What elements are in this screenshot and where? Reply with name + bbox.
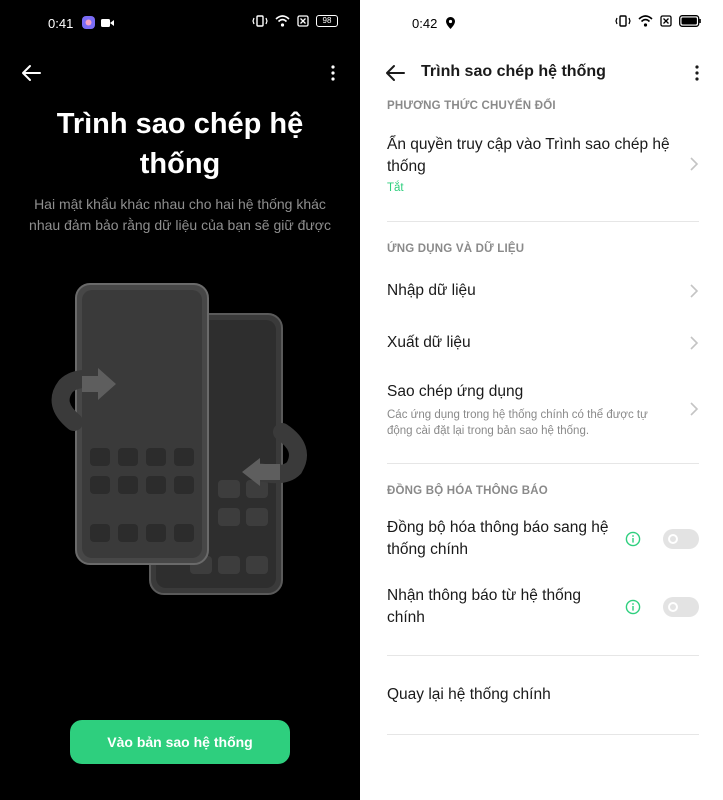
status-time: 0:42 [412,16,438,31]
hide-access-state: Tắt [387,182,404,194]
more-options-icon[interactable] [690,64,704,82]
battery-icon: 98 [316,15,338,27]
section-header-switch-method: PHƯƠNG THỨC CHUYỂN ĐỔI [387,100,556,112]
clone-apps-description: Các ứng dụng trong hệ thống chính có thể… [387,409,648,437]
intro-description: Hai mật khẩu khác nhau cho hai hệ thống … [29,196,331,233]
divider [387,463,699,464]
info-icon[interactable] [625,599,641,615]
enter-clone-button[interactable]: Vào bản sao hệ thống [70,720,290,764]
video-camera-icon [101,18,114,27]
page-title: Trình sao chép hệ thống [421,63,606,80]
more-options-icon[interactable] [326,64,340,82]
clone-apps-label: Sao chép ứng dụng [387,383,524,400]
back-arrow-icon[interactable] [20,62,42,84]
hide-access-label: Ẩn quyền truy cập vào Trình sao chép hệ … [387,136,670,175]
wifi-icon [275,15,290,27]
section-header-apps-data: ỨNG DỤNG VÀ DỮ LIỆU [387,243,525,255]
sync-notifications-toggle[interactable] [663,529,699,549]
receive-notifications-row: Nhận thông báo từ hệ thống chính [387,585,699,629]
app-notification-icon [82,16,95,29]
clone-apps-row[interactable]: Sao chép ứng dụng Các ứng dụng trong hệ … [387,381,699,439]
clone-intro-screen: 0:41 98 Trình sao chép hệ thống Hai mật … [0,0,360,800]
status-bar: 0:42 [412,14,701,34]
phone-clone-illustration [51,283,307,595]
hide-access-row[interactable]: Ẩn quyền truy cập vào Trình sao chép hệ … [387,134,699,194]
chevron-right-icon [690,284,699,298]
receive-notifications-toggle[interactable] [663,597,699,617]
import-data-row[interactable]: Nhập dữ liệu [387,280,699,302]
import-data-label: Nhập dữ liệu [387,282,476,299]
sync-notifications-row: Đồng bộ hóa thông báo sang hệ thống chín… [387,517,699,561]
status-bar: 0:41 98 [48,14,338,34]
return-main-system-row[interactable]: Quay lại hệ thống chính [387,684,699,706]
return-main-system-label: Quay lại hệ thống chính [387,686,551,703]
chevron-right-icon [690,157,699,171]
sim-off-icon [660,15,672,27]
divider [387,655,699,656]
clone-settings-screen: 0:42 Trình sao chép hệ thống PHƯƠNG THỨC… [360,0,723,800]
receive-notifications-label: Nhận thông báo từ hệ thống chính [387,587,581,626]
divider [387,221,699,222]
export-data-row[interactable]: Xuất dữ liệu [387,332,699,354]
export-data-label: Xuất dữ liệu [387,334,471,351]
section-header-notification-sync: ĐỒNG BỘ HÓA THÔNG BÁO [387,485,548,497]
intro-heading: Trình sao chép hệ thống [56,108,304,180]
info-icon[interactable] [625,531,641,547]
sync-notifications-label: Đồng bộ hóa thông báo sang hệ thống chín… [387,519,609,558]
sim-off-icon [297,15,309,27]
battery-icon [679,15,701,27]
vibrate-icon [252,15,268,27]
location-icon [446,17,455,29]
wifi-icon [638,15,653,27]
vibrate-icon [615,15,631,27]
chevron-right-icon [690,402,699,416]
back-arrow-icon[interactable] [384,62,406,84]
status-time: 0:41 [48,16,74,31]
chevron-right-icon [690,336,699,350]
divider [387,734,699,735]
